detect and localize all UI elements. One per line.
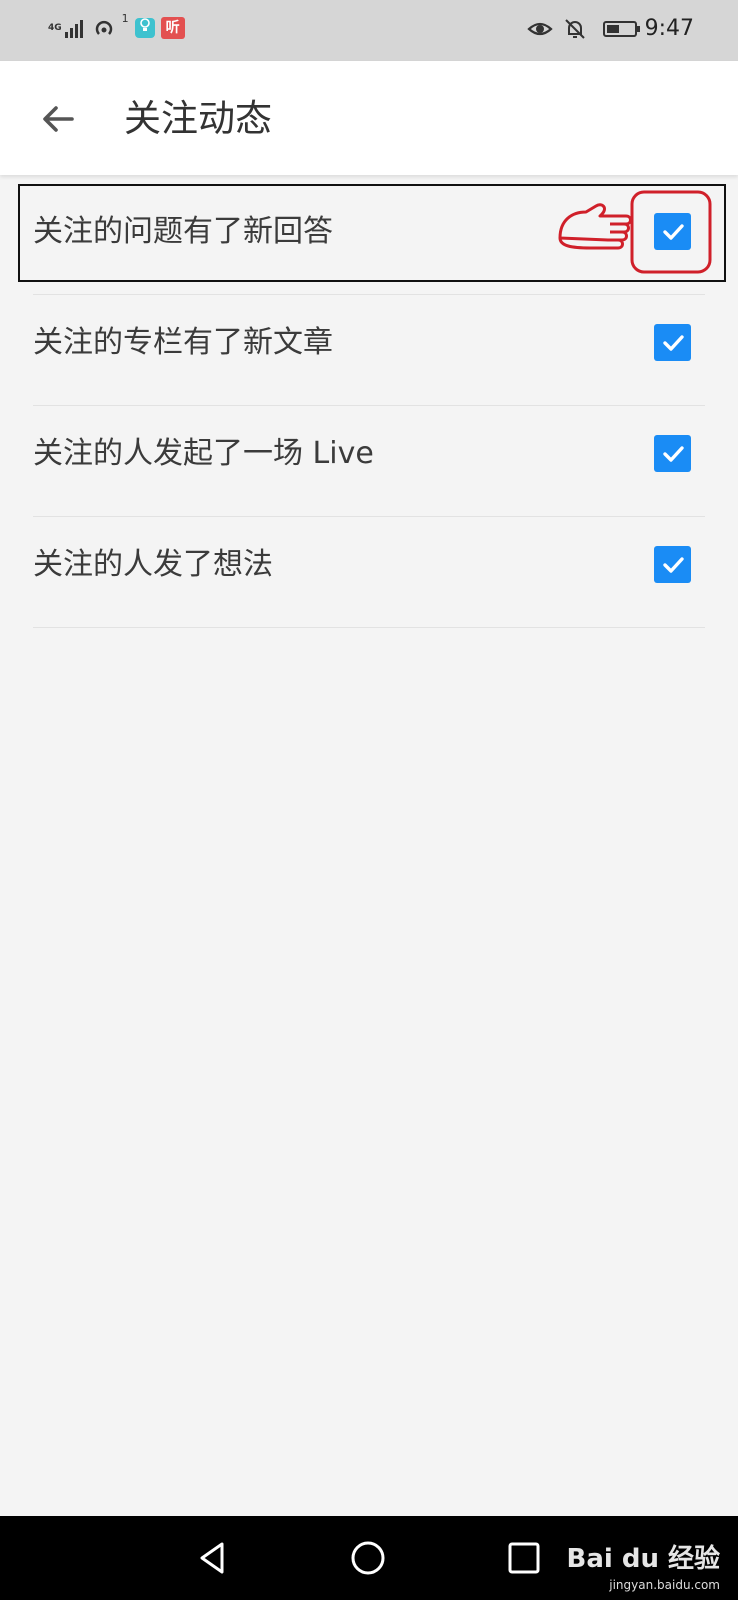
divider <box>33 627 705 628</box>
network-type: 4G <box>48 23 62 33</box>
circle-home-icon <box>351 1541 385 1575</box>
checkbox[interactable] <box>654 546 691 583</box>
setting-row-question-answers[interactable]: 关注的问题有了新回答 <box>0 184 738 295</box>
bell-off-icon <box>564 18 585 39</box>
setting-row-thoughts[interactable]: 关注的人发了想法 <box>0 517 738 628</box>
battery-level <box>606 24 619 33</box>
hotspot-count: 1 <box>121 11 129 25</box>
hotspot-icon <box>95 20 112 35</box>
watermark-url: jingyan.baidu.com <box>609 1578 720 1592</box>
nav-back-button[interactable] <box>190 1536 234 1580</box>
status-right: 9:47 <box>526 16 694 41</box>
setting-row-live[interactable]: 关注的人发起了一场 Live <box>0 406 738 517</box>
nav-home-button[interactable] <box>346 1536 390 1580</box>
checkbox[interactable] <box>654 324 691 361</box>
listen-app-icon: 听 <box>160 17 185 39</box>
watermark-brand: Bai du 经验 <box>566 1544 721 1574</box>
status-bar: 4G 1 听 9:47 <box>0 0 738 61</box>
app-bar: 关注动态 <box>0 61 738 175</box>
checkmark-icon <box>662 334 684 351</box>
setting-label: 关注的问题有了新回答 <box>33 214 333 249</box>
battery-icon <box>602 20 640 37</box>
settings-list: 关注的问题有了新回答 关注的专栏有了新文章 关注的人发起了一场 Live 关注的… <box>0 184 738 628</box>
checkbox[interactable] <box>654 435 691 472</box>
checkbox[interactable] <box>654 213 691 250</box>
setting-row-column-articles[interactable]: 关注的专栏有了新文章 <box>0 295 738 406</box>
arrow-left-icon <box>43 106 74 132</box>
bulb-icon <box>134 18 155 38</box>
checkmark-icon <box>662 445 684 462</box>
triangle-back-icon <box>200 1542 224 1574</box>
setting-label: 关注的人发了想法 <box>33 547 273 582</box>
clock: 9:47 <box>644 16 694 41</box>
status-left: 4G 1 听 <box>48 12 191 40</box>
square-recents-icon <box>508 1542 540 1574</box>
eye-icon <box>526 22 553 35</box>
setting-label: 关注的专栏有了新文章 <box>33 325 333 360</box>
cell-signal-icon <box>64 20 83 38</box>
back-button[interactable] <box>36 97 80 141</box>
nav-recents-button[interactable] <box>502 1536 546 1580</box>
navigation-bar: Bai du 经验 jingyan.baidu.com <box>0 1516 738 1600</box>
setting-label: 关注的人发起了一场 Live <box>33 436 374 471</box>
checkmark-icon <box>662 556 684 573</box>
page-title: 关注动态 <box>124 97 272 140</box>
checkmark-icon <box>662 223 684 240</box>
